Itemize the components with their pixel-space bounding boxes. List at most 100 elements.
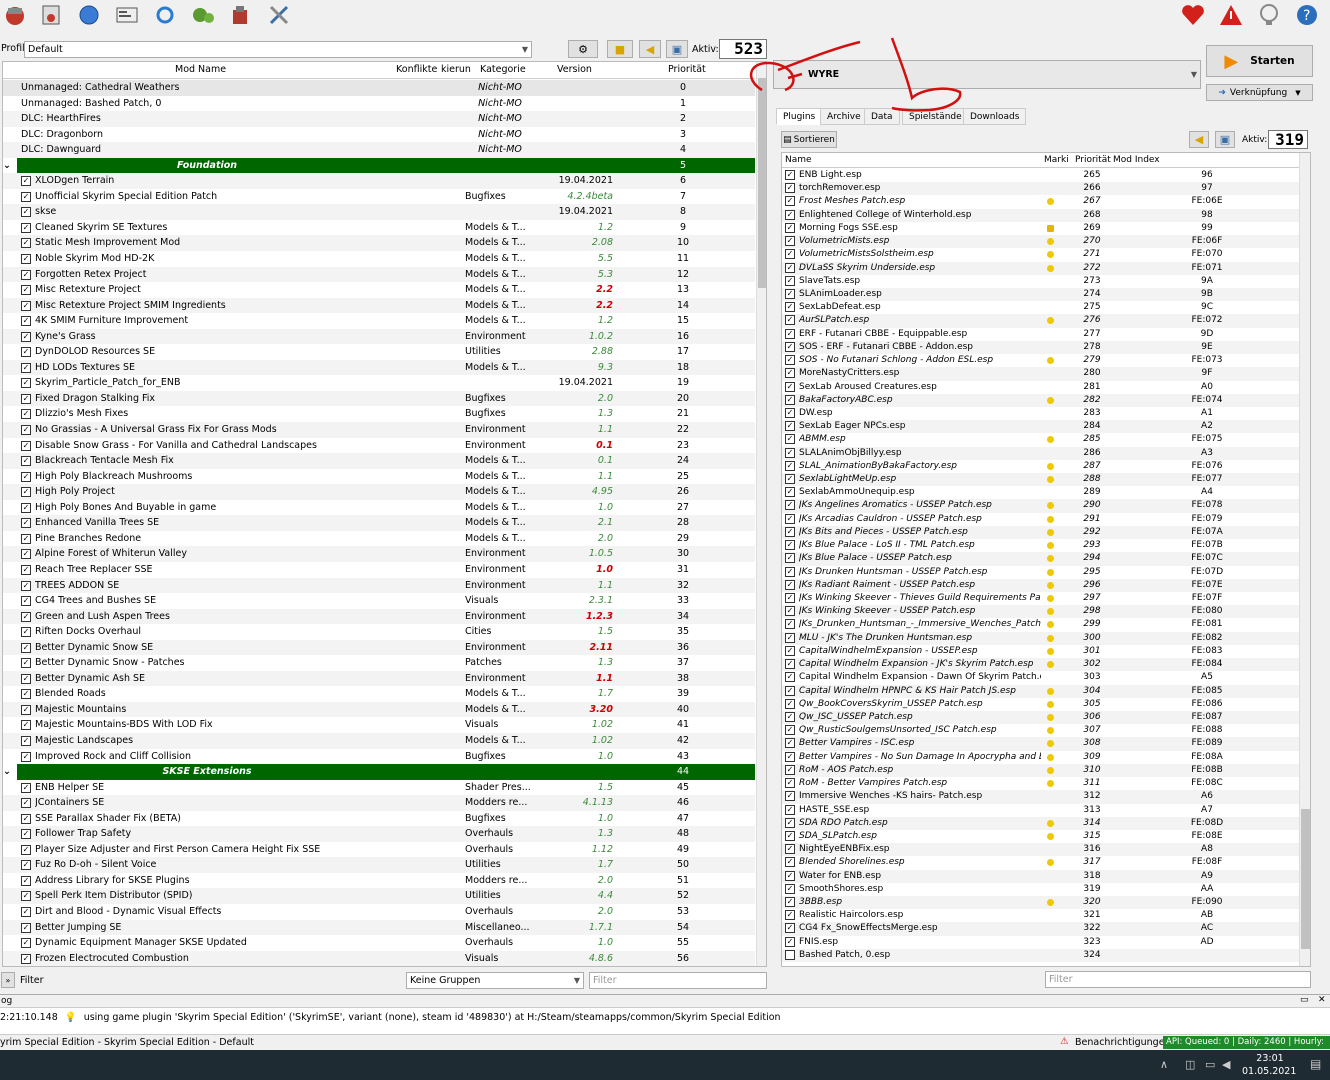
mod-filter-input[interactable]: Filter [589,972,767,989]
plugin-row[interactable]: ✓ SDA RDO Patch.esp 314 FE:08D [782,816,1300,830]
plugin-row[interactable]: ✓ Capital Windhelm HPNPC & KS Hair Patch … [782,684,1300,698]
plugin-row[interactable]: ✓ 3BBB.esp 320 FE:090 [782,896,1300,910]
mod-checkbox[interactable]: ✓ [21,798,31,809]
plugin-row[interactable]: ✓ JKs Bits and Pieces - USSEP Patch.esp 29… [782,525,1300,540]
plugin-row[interactable]: ✓ Realistic Haircolors.esp 321 AB [782,909,1300,922]
tab-data[interactable]: Data [864,108,900,125]
tab-archive[interactable]: Archive [820,108,868,125]
mod-row[interactable]: ✓ Disable Snow Grass - For Vanilla and Ca… [3,438,755,454]
plugin-checkbox[interactable]: ✓ [785,196,795,207]
plugin-checkbox[interactable]: ✓ [785,606,795,617]
mod-row[interactable]: ✓ Noble Skyrim Mod HD-2K Models & T... 5.5 1… [3,251,755,267]
mod-row[interactable]: ✓ TREES ADDON SE Environment 1.1 32 [3,577,755,594]
col-plugin-flags[interactable]: Marki [1044,155,1069,165]
mod-checkbox[interactable]: ✓ [21,580,31,591]
mod-checkbox[interactable]: ✓ [21,425,31,436]
mod-row[interactable]: ✓ Player Size Adjuster and First Person C… [3,842,755,858]
plugin-row[interactable]: ✓ ABMM.esp 285 FE:075 [782,433,1300,446]
plugin-row[interactable]: ✓ SLALAnimObjBillyy.esp 286 A3 [782,446,1300,460]
mod-row[interactable]: ✓ Follower Trap Safety Overhauls 1.3 48 [3,826,755,842]
mod-row[interactable]: Unmanaged: Bashed Patch, 0 Nicht-MO 1 [3,96,755,112]
mod-checkbox[interactable]: ✓ [21,658,31,669]
update-icon[interactable] [1256,2,1282,28]
plugin-checkbox[interactable]: ✓ [785,751,795,762]
mod-checkbox[interactable]: ✓ [21,502,31,513]
save-plugins-button[interactable]: ▣ [1215,131,1235,148]
plugin-row[interactable]: ✓ JKs Angelines Aromatics - USSEP Patch.e… [782,499,1300,513]
plugin-row[interactable]: Bashed Patch, 0.esp 324 [782,948,1300,963]
mod-row[interactable]: ✓ XLODgen Terrain 19.04.2021 6 [3,173,755,189]
notification-center-icon[interactable]: ▤ [1310,1057,1321,1071]
float-icon[interactable]: ▭ [1300,995,1309,1005]
mod-checkbox[interactable]: ✓ [21,844,31,855]
plugin-checkbox[interactable]: ✓ [785,645,795,656]
mod-row[interactable]: ✓ Better Dynamic Ash SE Environment 1.1 38 [3,670,755,687]
mod-row[interactable]: ✓ Skyrim_Particle_Patch_for_ENB 19.04.2021… [3,375,755,391]
mod-row[interactable]: ✓ Fuz Ro D-oh - Silent Voice Utilities 1.7 5… [3,857,755,873]
notification-warning-icon[interactable]: ⚠ [1060,1036,1069,1047]
mod-row[interactable]: DLC: Dawnguard Nicht-MO 4 [3,142,755,158]
plugin-row[interactable]: ✓ RoM - Better Vampires Patch.esp 311 FE:08… [782,777,1300,790]
mod-checkbox[interactable]: ✓ [21,316,31,327]
plugin-checkbox[interactable]: ✓ [785,923,795,934]
plugin-row[interactable]: ✓ AurSLPatch.esp 276 FE:072 [782,314,1300,328]
mod-row[interactable]: ✓ Better Dynamic Snow SE Environment 2.11 36 [3,639,755,656]
scrollbar-thumb[interactable] [1301,809,1310,949]
mod-row[interactable]: ✓ Blended Roads Models & T... 1.7 39 [3,686,755,702]
plugin-row[interactable]: ✓ Morning Fogs SSE.esp 269 99 [782,222,1300,235]
profiles-icon[interactable] [114,2,140,28]
plugin-checkbox[interactable]: ✓ [785,725,795,736]
mod-checkbox[interactable]: ✓ [21,409,31,420]
plugin-row[interactable]: ✓ VolumetricMistsSolstheim.esp 271 FE:070 [782,248,1300,261]
plugin-row[interactable]: ✓ DVLaSS Skyrim Underside.esp 272 FE:071 [782,261,1300,275]
mod-row[interactable]: ✓ Address Library for SKSE Plugins Modders… [3,873,755,889]
mod-checkbox[interactable]: ✓ [21,471,31,482]
plugin-checkbox[interactable]: ✓ [785,857,795,868]
plugin-checkbox[interactable]: ✓ [785,368,795,379]
mod-checkbox[interactable]: ✓ [21,891,31,902]
mod-row[interactable]: ✓ Fixed Dragon Stalking Fix Bugfixes 2.0 20 [3,390,755,407]
plugin-checkbox[interactable]: ✓ [785,897,795,908]
plugin-checkbox[interactable]: ✓ [785,883,795,894]
mod-checkbox[interactable]: ✓ [21,300,31,311]
plugin-checkbox[interactable]: ✓ [785,778,795,789]
create-backup-button[interactable]: ▣ [666,40,688,58]
mod-row[interactable]: ✓ SSE Parallax Shader Fix (BETA) Bugfixes 1… [3,811,755,827]
mod-checkbox[interactable]: ✓ [21,347,31,358]
plugin-row[interactable]: ✓ FNIS.esp 323 AD [782,936,1300,949]
plugin-checkbox[interactable]: ✓ [785,381,795,392]
plugin-row[interactable]: ✓ JKs Winking Skeever - USSEP Patch.esp 29… [782,605,1300,619]
expand-icon[interactable]: » [1,972,15,988]
plugin-row[interactable]: ✓ Enlightened College of Winterhold.esp 26… [782,208,1300,222]
mod-checkbox[interactable]: ✓ [21,362,31,373]
notifications-label[interactable]: Benachrichtigungen [1075,1037,1171,1048]
plugin-row[interactable]: ✓ JKs Arcadias Cauldron - USSEP Patch.esp… [782,513,1300,526]
plugin-checkbox[interactable]: ✓ [785,236,795,247]
mod-checkbox[interactable]: ✓ [21,953,31,964]
start-button[interactable]: ▶ Starten [1206,45,1313,77]
mod-row[interactable]: ✓ Majestic Mountains-BDS With LOD Fix Visu… [3,717,755,733]
plugin-row[interactable]: ✓ VolumetricMists.esp 270 FE:06F [782,235,1300,249]
plugin-row[interactable]: ✓ SexLab Aroused Creatures.esp 281 A0 [782,381,1300,394]
col-conflicts[interactable]: Konflikte [396,64,437,75]
collapse-icon[interactable]: ⌄ [3,157,17,174]
mod-row[interactable]: ✓ Better Jumping SE Miscellaneo... 1.7.1 54 [3,919,755,936]
mod-row[interactable]: ✓ Improved Rock and Cliff Collision Bugfix… [3,749,755,765]
plugin-row[interactable]: ✓ SDA_SLPatch.esp 315 FE:08E [782,830,1300,843]
plugin-row[interactable]: ✓ JKs Blue Palace - LoS II - TML Patch.es… [782,539,1300,552]
mod-checkbox[interactable]: ✓ [21,285,31,296]
plugin-checkbox[interactable]: ✓ [785,804,795,815]
network-icon[interactable]: ◫ [1185,1058,1195,1071]
install-mod-icon[interactable] [2,2,28,28]
plugin-row[interactable]: ✓ Capital Windhelm Expansion - JK's Skyri… [782,658,1300,672]
mod-row[interactable]: ✓ Static Mesh Improvement Mod Models & T..… [3,235,755,252]
mod-row[interactable]: ✓ Enhanced Vanilla Trees SE Models & T... 2… [3,515,755,531]
mod-checkbox[interactable]: ✓ [21,533,31,544]
mod-checkbox[interactable]: ✓ [21,922,31,933]
plugin-checkbox[interactable]: ✓ [785,513,795,524]
plugin-row[interactable]: ✓ SexlabAmmoUnequip.esp 289 A4 [782,486,1300,499]
plugin-row[interactable]: ✓ DW.esp 283 A1 [782,407,1300,420]
plugin-checkbox[interactable]: ✓ [785,566,795,577]
mod-list-scrollbar[interactable] [756,62,766,966]
mod-checkbox[interactable]: ✓ [21,735,31,746]
